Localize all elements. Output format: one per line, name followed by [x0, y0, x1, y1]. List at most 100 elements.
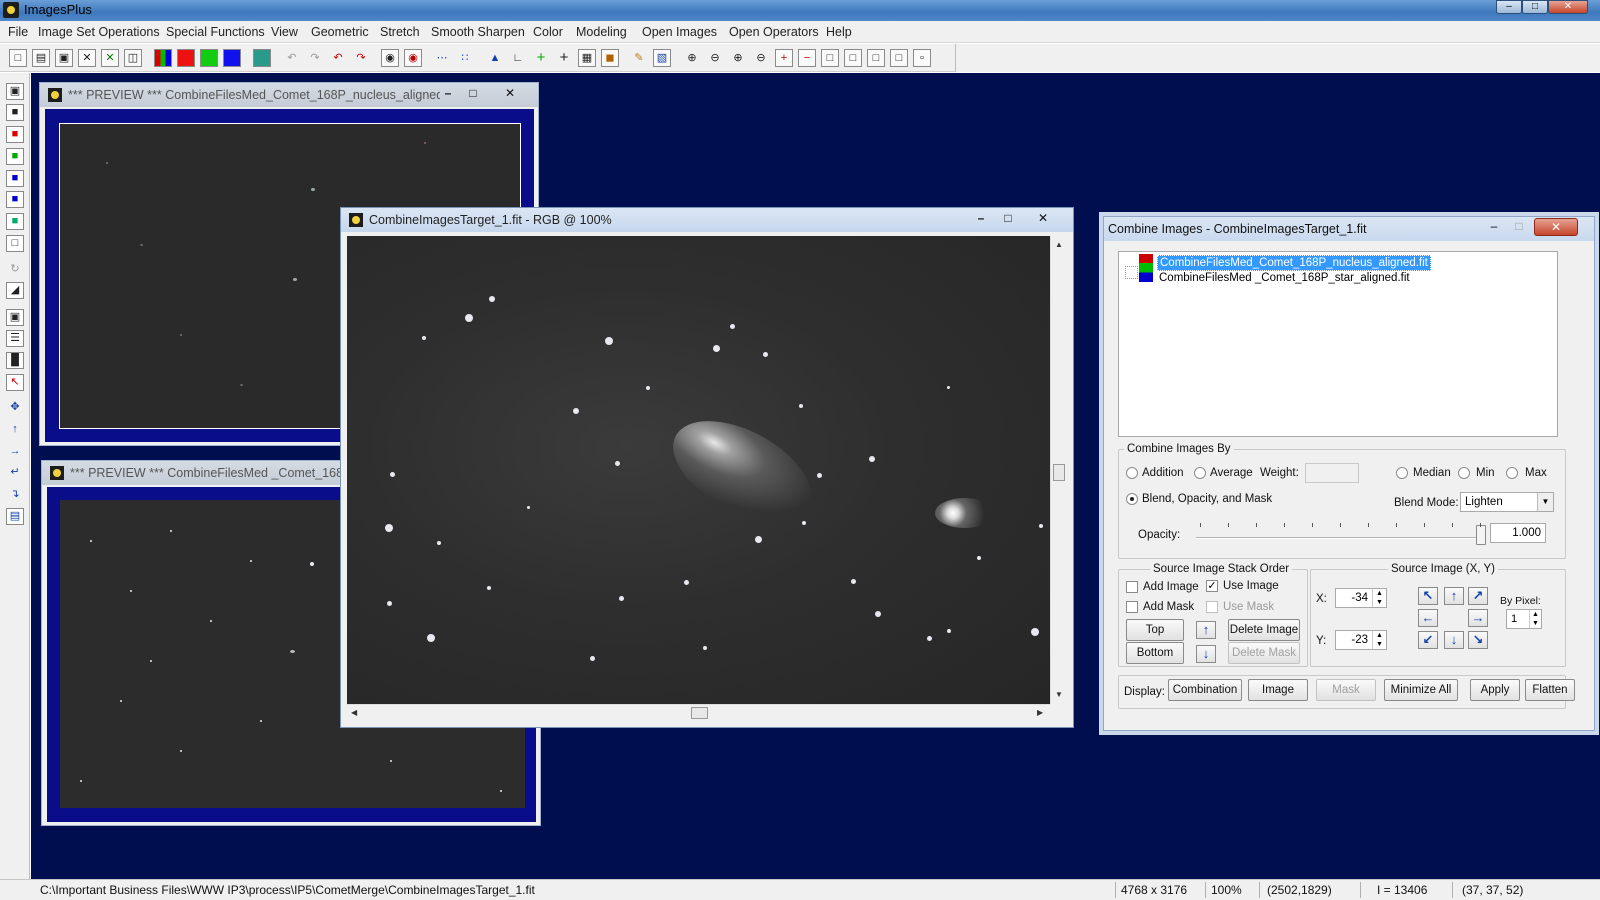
max-radio[interactable] [1506, 467, 1518, 479]
document-tool-icon[interactable]: ▤ [6, 508, 24, 525]
frame-tiny-icon[interactable]: ▫ [913, 49, 931, 67]
copy-tool-icon[interactable]: □ [6, 235, 24, 252]
scroll-left-icon[interactable]: ◀ [351, 708, 357, 717]
menu-smooth-sharpen[interactable]: Smooth Sharpen [431, 25, 525, 39]
menu-image-set-operations[interactable]: Image Set Operations [38, 25, 160, 39]
vertical-scroll-thumb[interactable] [1053, 464, 1065, 481]
zoom-out-icon[interactable]: ⊖ [706, 49, 724, 67]
apply-button[interactable]: Apply [1470, 679, 1520, 701]
window-maximize-icon[interactable]: □ [461, 86, 485, 102]
green-tool-icon[interactable]: ■ [6, 148, 24, 165]
zoom-fit-icon[interactable]: ⊕ [729, 49, 747, 67]
dialog-titlebar[interactable]: Combine Images - CombineImagesTarget_1.f… [1104, 217, 1594, 241]
curve-icon[interactable]: ▲ [486, 49, 504, 67]
frame-large-icon[interactable]: □ [821, 49, 839, 67]
close-all-icon[interactable]: ✕ [101, 49, 119, 67]
luminance-tool-icon[interactable]: ■ [6, 191, 24, 208]
horizontal-scroll-thumb[interactable] [691, 707, 708, 719]
bottom-button[interactable]: Bottom [1126, 642, 1184, 664]
zoom-minus-icon[interactable]: − [798, 49, 816, 67]
delete-image-button[interactable]: Delete Image [1228, 619, 1300, 641]
menu-open-images[interactable]: Open Images [642, 25, 717, 39]
crosshair-add-icon[interactable]: + [532, 49, 550, 67]
redo-icon[interactable]: ↷ [352, 49, 370, 67]
black-point-icon[interactable]: █ [6, 352, 24, 369]
rotate-tool-icon[interactable]: ↻ [6, 261, 24, 278]
chevron-down-icon[interactable]: ▼ [1537, 493, 1553, 511]
scroll-up-icon[interactable]: ▲ [1055, 240, 1063, 249]
vertical-scrollbar[interactable]: ▲ ▼ [1050, 236, 1067, 704]
arrow-right-tool-icon[interactable]: → [6, 443, 24, 460]
select-tool-icon[interactable]: ▣ [6, 309, 24, 326]
delete-mask-button[interactable]: Delete Mask [1228, 642, 1300, 664]
window-minimize-icon[interactable]: – [436, 86, 460, 102]
opacity-slider-thumb[interactable] [1476, 525, 1486, 545]
add-mask-checkbox[interactable] [1126, 601, 1138, 613]
mask-icon[interactable]: ◉ [381, 49, 399, 67]
dotted-line-icon[interactable]: ⋯ [433, 49, 451, 67]
target-maximize-icon[interactable]: □ [996, 211, 1020, 227]
move-tool-icon[interactable]: ✥ [6, 399, 24, 416]
x-input[interactable]: -34 ▲ ▼ [1335, 588, 1387, 608]
y-spinner-icon[interactable]: ▲ ▼ [1372, 631, 1386, 649]
nudge-up-left-icon[interactable]: ↖ [1418, 587, 1438, 605]
tree-expander[interactable] [1125, 266, 1138, 279]
table-icon[interactable]: ▧ [653, 49, 671, 67]
calculator-icon[interactable]: ▦ [578, 49, 596, 67]
menu-modeling[interactable]: Modeling [576, 25, 627, 39]
rotate-left-tool-icon[interactable]: ↵ [6, 464, 24, 481]
x-spinner-icon[interactable]: ▲ ▼ [1372, 589, 1386, 607]
new-file-icon[interactable]: □ [9, 49, 27, 67]
menu-geometric[interactable]: Geometric [311, 25, 369, 39]
nudge-up-icon[interactable]: ↑ [1444, 587, 1464, 605]
pointer-tool-icon[interactable]: ↖ [6, 374, 24, 391]
horizontal-scrollbar[interactable]: ◀ ▶ [347, 704, 1050, 721]
window-close-icon[interactable]: ✕ [498, 86, 522, 102]
zoom-plus-icon[interactable]: + [775, 49, 793, 67]
average-radio[interactable] [1194, 467, 1206, 479]
menu-stretch[interactable]: Stretch [380, 25, 420, 39]
undo-icon[interactable]: ↶ [329, 49, 347, 67]
print-icon[interactable]: ◫ [124, 49, 142, 67]
combination-button[interactable]: Combination [1168, 679, 1242, 701]
color-tool-icon[interactable]: ■ [6, 213, 24, 230]
mono-tool-icon[interactable]: ■ [6, 104, 24, 121]
by-pixel-input[interactable]: 1 ▲ ▼ [1506, 609, 1542, 629]
source-file-list[interactable]: CombineFilesMed_Comet_168P_nucleus_align… [1118, 251, 1558, 437]
target-minimize-icon[interactable]: – [969, 211, 993, 227]
menu-help[interactable]: Help [826, 25, 852, 39]
median-radio[interactable] [1396, 467, 1408, 479]
weight-input[interactable] [1305, 463, 1359, 483]
menu-color[interactable]: Color [533, 25, 563, 39]
crosshair-icon[interactable]: + [555, 49, 573, 67]
y-input[interactable]: -23 ▲ ▼ [1335, 630, 1387, 650]
opacity-slider-track[interactable] [1196, 537, 1482, 539]
nudge-right-icon[interactable]: → [1468, 609, 1488, 627]
target-close-icon[interactable]: ✕ [1031, 211, 1055, 227]
close-image-icon[interactable]: ✕ [78, 49, 96, 67]
save-tool-icon[interactable]: ▣ [6, 83, 24, 100]
menu-open-operators[interactable]: Open Operators [729, 25, 819, 39]
file-item-star[interactable]: CombineFilesMed _Comet_168P_star_aligned… [1159, 271, 1410, 285]
scroll-down-icon[interactable]: ▼ [1055, 690, 1063, 699]
use-image-checkbox[interactable]: ✓ [1206, 580, 1218, 592]
rgb-channels-icon[interactable] [154, 49, 172, 67]
minimize-icon[interactable]: – [1496, 0, 1522, 14]
target-image-window[interactable]: CombineImagesTarget_1.fit - RGB @ 100% –… [340, 207, 1074, 728]
target-image-canvas[interactable] [347, 236, 1050, 704]
image-button[interactable]: Image [1248, 679, 1308, 701]
red-mask-icon[interactable]: ◉ [404, 49, 422, 67]
red-tool-icon[interactable]: ■ [6, 126, 24, 143]
blend-mode-select[interactable]: Lighten ▼ [1460, 492, 1554, 512]
dialog-maximize-icon[interactable]: □ [1507, 219, 1531, 235]
histogram-icon[interactable] [253, 49, 271, 67]
gradient-tool-icon[interactable]: ◢ [6, 282, 24, 299]
top-button[interactable]: Top [1126, 619, 1184, 641]
levels-icon[interactable]: ∟ [509, 49, 527, 67]
nudge-down-left-icon[interactable]: ↙ [1418, 631, 1438, 649]
points-icon[interactable]: ∷ [456, 49, 474, 67]
zoom-actual-icon[interactable]: ⊖ [752, 49, 770, 67]
maximize-icon[interactable]: □ [1522, 0, 1548, 14]
add-image-checkbox[interactable] [1126, 581, 1138, 593]
rotate-right-tool-icon[interactable]: ↴ [6, 486, 24, 503]
